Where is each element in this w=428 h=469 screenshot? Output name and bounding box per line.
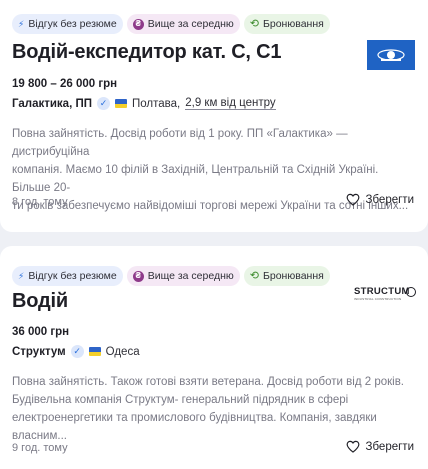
bolt-icon: ⚡ [18, 270, 25, 281]
logo-wordmark: STRUCTUM [354, 286, 410, 297]
tag-above-average: ₴ Вище за середню [126, 14, 240, 34]
job-description: Повна зайнятість. Також готові взяти вет… [12, 373, 416, 445]
job-tags: ⚡ Відгук без резюме ₴ Вище за середню ⟲ … [12, 266, 330, 286]
save-label: Зберегти [365, 193, 414, 206]
save-label: Зберегти [365, 440, 414, 453]
company-row: Структум ✓ Одеса [12, 345, 140, 358]
tag-reservation: ⟲ Бронювання [243, 266, 330, 286]
verified-check-icon: ✓ [70, 345, 84, 358]
job-salary: 36 000 грн [12, 326, 70, 338]
company-name: Структум [12, 345, 66, 358]
salary-coin-icon: ₴ [132, 270, 144, 282]
structum-logo-icon [406, 287, 416, 297]
description-line: Будівельна компанія Структум- генеральни… [12, 394, 349, 406]
distance-link[interactable]: 2,9 км від центру [185, 97, 276, 110]
reservation-icon: ⟲ [249, 17, 259, 30]
tag-label: Вище за середню [147, 18, 234, 30]
verified-check-icon: ✓ [97, 97, 110, 110]
job-salary: 19 800 – 26 000 грн [12, 78, 118, 90]
save-button[interactable]: Зберегти [346, 193, 414, 206]
tag-quick-apply: ⚡ Відгук без резюме [12, 14, 123, 34]
tag-label: Бронювання [262, 270, 324, 282]
job-title[interactable]: Водій-експедитор кат. C, C1 [12, 41, 282, 64]
posted-time: 9 год. тому [12, 442, 68, 454]
bolt-icon: ⚡ [18, 18, 25, 29]
ukraine-flag-icon [88, 347, 101, 356]
logo-subtext: INDUSTRIAL CONSTRUCTION [354, 297, 402, 301]
company-row: Галактика, ПП ✓ Полтава, 2,9 км від цент… [12, 97, 276, 110]
tag-reservation: ⟲ Бронювання [243, 14, 330, 34]
tag-label: Вище за середню [147, 270, 234, 282]
description-line: компанія. Маємо 10 філій в Західній, Цен… [12, 164, 379, 194]
company-logo[interactable]: STRUCTUM INDUSTRIAL CONSTRUCTION [354, 287, 416, 303]
job-card[interactable]: ⚡ Відгук без резюме ₴ Вище за середню ⟲ … [0, 0, 428, 232]
tag-above-average: ₴ Вище за середню [126, 266, 240, 286]
ukraine-flag-icon [115, 99, 127, 108]
heart-icon [346, 193, 359, 206]
salary-coin-icon: ₴ [132, 18, 144, 30]
company-logo[interactable] [367, 40, 415, 70]
galaktika-logo-icon [377, 49, 405, 61]
job-city: Одеса [105, 345, 140, 358]
heart-icon [346, 440, 359, 453]
job-city: Полтава, [132, 97, 181, 110]
reservation-icon: ⟲ [249, 269, 259, 282]
tag-quick-apply: ⚡ Відгук без резюме [12, 266, 123, 286]
job-title[interactable]: Водій [12, 290, 68, 313]
tag-label: Відгук без резюме [28, 18, 117, 30]
posted-time: 8 год. тому [12, 196, 68, 208]
save-button[interactable]: Зберегти [346, 440, 414, 453]
tag-label: Бронювання [262, 18, 324, 30]
description-line: Повна зайнятість. Також готові взяти вет… [12, 376, 405, 388]
description-line: Повна зайнятість. Досвід роботи від 1 ро… [12, 128, 348, 158]
tag-label: Відгук без резюме [28, 270, 117, 282]
company-name: Галактика, ПП [12, 97, 92, 110]
job-tags: ⚡ Відгук без резюме ₴ Вище за середню ⟲ … [12, 14, 330, 34]
